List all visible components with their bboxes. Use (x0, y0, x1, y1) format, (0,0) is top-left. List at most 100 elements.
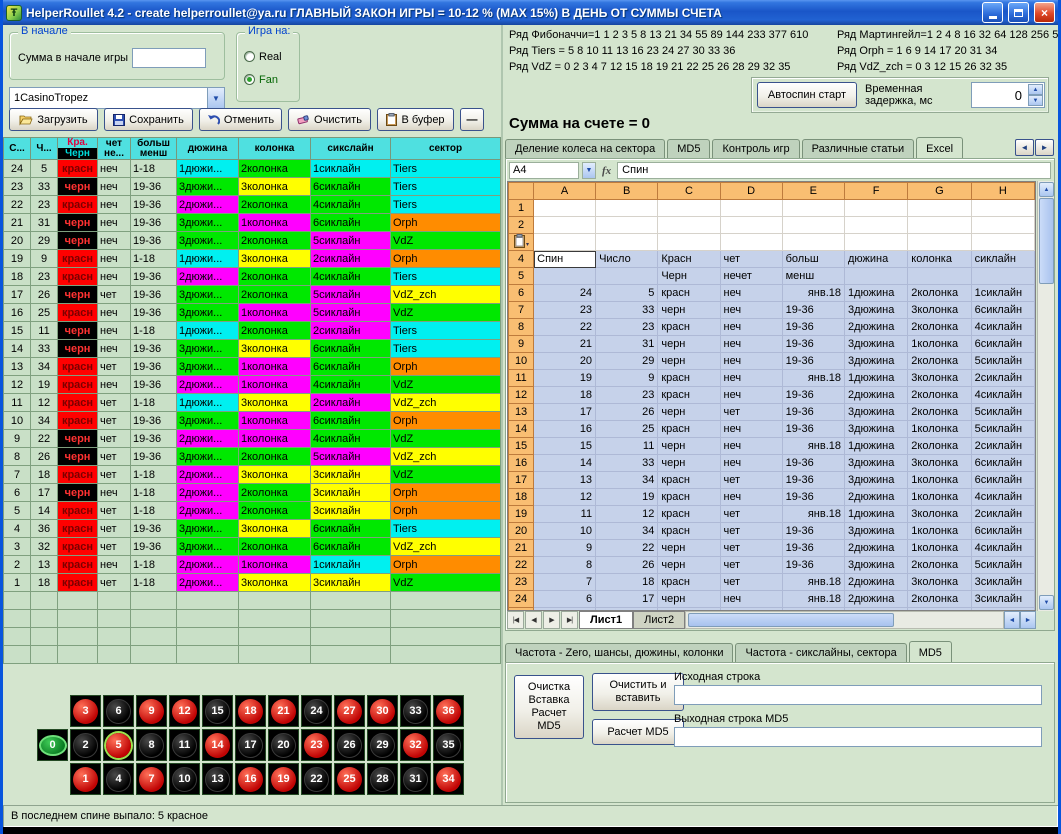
excel-cell-E23[interactable]: янв.18 (782, 574, 844, 591)
save-button[interactable]: Сохранить (104, 108, 193, 131)
excel-cell-H15[interactable]: 2сиклайн (971, 438, 1034, 455)
bottom-tab-2[interactable]: MD5 (909, 641, 952, 662)
md5-calc-button[interactable]: Расчет MD5 (592, 719, 684, 745)
excel-row-header-2[interactable]: 2 (509, 217, 534, 234)
excel-cell-D14[interactable]: неч (720, 421, 782, 438)
vscroll-thumb[interactable] (1039, 198, 1054, 284)
excel-cell-D7[interactable]: неч (720, 302, 782, 319)
main-tab-1[interactable]: MD5 (667, 139, 710, 158)
excel-row-header-7[interactable]: 7 (509, 302, 534, 319)
excel-cell-C6[interactable]: красн (658, 285, 720, 302)
excel-cell-F4[interactable]: дюжина (844, 251, 907, 268)
excel-cell-B24[interactable]: 17 (596, 591, 658, 608)
excel-cell-E17[interactable]: 19-36 (782, 472, 844, 489)
excel-cell-A4[interactable]: Спин (534, 251, 596, 268)
excel-cell-F14[interactable]: 3дюжина (844, 421, 907, 438)
excel-cell-D8[interactable]: неч (720, 319, 782, 336)
excel-row-header-23[interactable]: 23 (509, 574, 534, 591)
excel-cell-B1[interactable] (596, 200, 658, 217)
excel-cell-C22[interactable]: черн (658, 557, 720, 574)
excel-cell-B16[interactable]: 33 (596, 455, 658, 472)
excel-cell-A23[interactable]: 7 (534, 574, 596, 591)
excel-cell-H21[interactable]: 4сиклайн (971, 540, 1034, 557)
excel-cell-E20[interactable]: 19-36 (782, 523, 844, 540)
excel-cell-D13[interactable]: чет (720, 404, 782, 421)
excel-row-header-15[interactable]: 15 (509, 438, 534, 455)
excel-cell-G15[interactable]: 2колонка (908, 438, 971, 455)
excel-cell-A13[interactable]: 17 (534, 404, 596, 421)
board-cell-7[interactable]: 7 (136, 763, 167, 795)
excel-row-header-9[interactable]: 9 (509, 336, 534, 353)
paste-options-icon[interactable] (514, 234, 530, 249)
excel-cell-C1[interactable] (658, 200, 720, 217)
excel-cell-F13[interactable]: 3дюжина (844, 404, 907, 421)
board-cell-32[interactable]: 32 (400, 729, 431, 761)
excel-cell-D9[interactable]: неч (720, 336, 782, 353)
excel-cell-A1[interactable] (534, 200, 596, 217)
excel-cell-B21[interactable]: 22 (596, 540, 658, 557)
excel-cell-A15[interactable]: 15 (534, 438, 596, 455)
excel-cell-A5[interactable] (534, 268, 596, 285)
board-cell-11[interactable]: 11 (169, 729, 200, 761)
close-button[interactable]: × (1034, 2, 1055, 23)
excel-select-all[interactable] (509, 183, 534, 200)
excel-cell-H1[interactable] (971, 200, 1034, 217)
game-option-fan[interactable]: Fan (244, 68, 282, 91)
md5-batch-button[interactable]: Очистка Вставка Расчет MD5 (514, 675, 584, 739)
excel-cell-A18[interactable]: 12 (534, 489, 596, 506)
board-cell-30[interactable]: 30 (367, 695, 398, 727)
tabs-scroll-right-button[interactable]: ► (1035, 139, 1054, 156)
main-tab-3[interactable]: Различные статьи (802, 139, 915, 158)
excel-col-header-A[interactable]: A (534, 183, 596, 200)
excel-cell-B22[interactable]: 26 (596, 557, 658, 574)
excel-vscrollbar[interactable]: ▲ ▼ (1037, 181, 1054, 611)
excel-row-header-19[interactable]: 19 (509, 506, 534, 523)
excel-cell-E8[interactable]: 19-36 (782, 319, 844, 336)
excel-cell-C13[interactable]: черн (658, 404, 720, 421)
spin-row[interactable]: 245красннеч1-181дюжи...2колонка1сиклайнT… (4, 160, 501, 178)
excel-cell-A14[interactable]: 16 (534, 421, 596, 438)
excel-cell-B23[interactable]: 18 (596, 574, 658, 591)
excel-cell-C21[interactable]: черн (658, 540, 720, 557)
excel-cell-G11[interactable]: 3колонка (908, 370, 971, 387)
board-cell-33[interactable]: 33 (400, 695, 431, 727)
excel-cell-B9[interactable]: 31 (596, 336, 658, 353)
board-cell-8[interactable]: 8 (136, 729, 167, 761)
excel-cell-A10[interactable]: 20 (534, 353, 596, 370)
excel-cell-E15[interactable]: янв.18 (782, 438, 844, 455)
spin-row[interactable]: 1034краснчет19-363дюжи...1колонка6сиклай… (4, 412, 501, 430)
excel-cell-G6[interactable]: 2колонка (908, 285, 971, 302)
board-cell-16[interactable]: 16 (235, 763, 266, 795)
minimize-button[interactable] (982, 2, 1003, 23)
board-cell-17[interactable]: 17 (235, 729, 266, 761)
spin-row[interactable]: 332краснчет19-363дюжи...2колонка6сиклайн… (4, 538, 501, 556)
excel-cell-D17[interactable]: чет (720, 472, 782, 489)
excel-cell-F16[interactable]: 3дюжина (844, 455, 907, 472)
excel-row-header-17[interactable]: 17 (509, 472, 534, 489)
board-cell-10[interactable]: 10 (169, 763, 200, 795)
excel-cell-D10[interactable]: неч (720, 353, 782, 370)
sheet-nav-first-icon[interactable]: |◀ (507, 611, 524, 629)
excel-cell-A9[interactable]: 21 (534, 336, 596, 353)
excel-cell-A16[interactable]: 14 (534, 455, 596, 472)
excel-cell-G18[interactable]: 1колонка (908, 489, 971, 506)
excel-cell-C19[interactable]: красн (658, 506, 720, 523)
excel-cell-F10[interactable]: 3дюжина (844, 353, 907, 370)
excel-cell-E4[interactable]: больш (782, 251, 844, 268)
excel-cell-G2[interactable] (908, 217, 971, 234)
excel-row-header-16[interactable]: 16 (509, 455, 534, 472)
excel-col-header-C[interactable]: C (658, 183, 720, 200)
board-cell-26[interactable]: 26 (334, 729, 365, 761)
name-box-dropdown-icon[interactable]: ▼ (582, 162, 596, 179)
excel-cell-B15[interactable]: 11 (596, 438, 658, 455)
excel-cell-H8[interactable]: 4сиклайн (971, 319, 1034, 336)
board-cell-21[interactable]: 21 (268, 695, 299, 727)
excel-col-header-E[interactable]: E (782, 183, 844, 200)
delay-spinner[interactable]: 0 ▲ ▼ (971, 82, 1045, 108)
excel-cell-F2[interactable] (844, 217, 907, 234)
excel-cell-C2[interactable] (658, 217, 720, 234)
excel-cell-F8[interactable]: 2дюжина (844, 319, 907, 336)
excel-cell-H10[interactable]: 5сиклайн (971, 353, 1034, 370)
excel-cell-E9[interactable]: 19-36 (782, 336, 844, 353)
board-cell-14[interactable]: 14 (202, 729, 233, 761)
